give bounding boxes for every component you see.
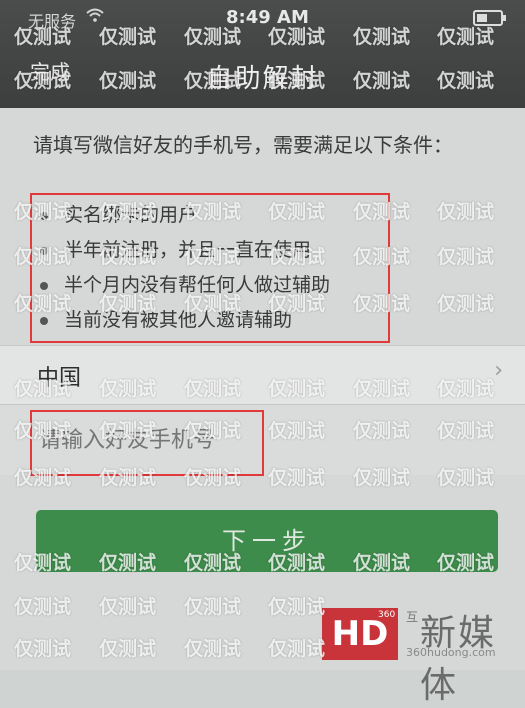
logo-hu-char: 互	[406, 610, 419, 624]
next-button[interactable]: 下一步	[36, 510, 498, 572]
logo-url: 360hudong.com	[406, 646, 496, 659]
navigation-bar: 无服务 8:49 AM 完成 自助解封	[0, 0, 525, 108]
friend-phone-input[interactable]	[37, 426, 261, 454]
chevron-right-icon: ›	[494, 358, 503, 383]
carrier-label: 无服务	[28, 12, 77, 31]
requirement-item: 半年前注册，并且一直在使用	[38, 233, 330, 268]
page-title: 自助解封	[206, 64, 319, 94]
wifi-icon	[86, 8, 104, 22]
logo-360-badge: 360	[378, 610, 396, 620]
requirement-item: 实名绑卡的用户	[38, 198, 330, 233]
region-selector[interactable]: 中国 ›	[0, 345, 525, 405]
requirements-list: 实名绑卡的用户 半年前注册，并且一直在使用 半个月内没有帮任何人做过辅助 当前没…	[38, 198, 330, 338]
requirement-item: 半个月内没有帮任何人做过辅助	[38, 268, 330, 303]
status-time: 8:49 AM	[226, 7, 309, 28]
intro-text: 请填写微信好友的手机号，需要满足以下条件：	[33, 133, 453, 157]
region-label: 中国	[37, 366, 82, 391]
phone-screen: 无服务 8:49 AM 完成 自助解封 请填写微信好友的手机号，需要满足以下条件…	[0, 0, 525, 706]
requirement-item: 当前没有被其他人邀请辅助	[38, 303, 330, 338]
battery-icon	[473, 10, 506, 26]
site-logo: HD 360 互 新媒体 360hudong.com	[322, 604, 522, 706]
